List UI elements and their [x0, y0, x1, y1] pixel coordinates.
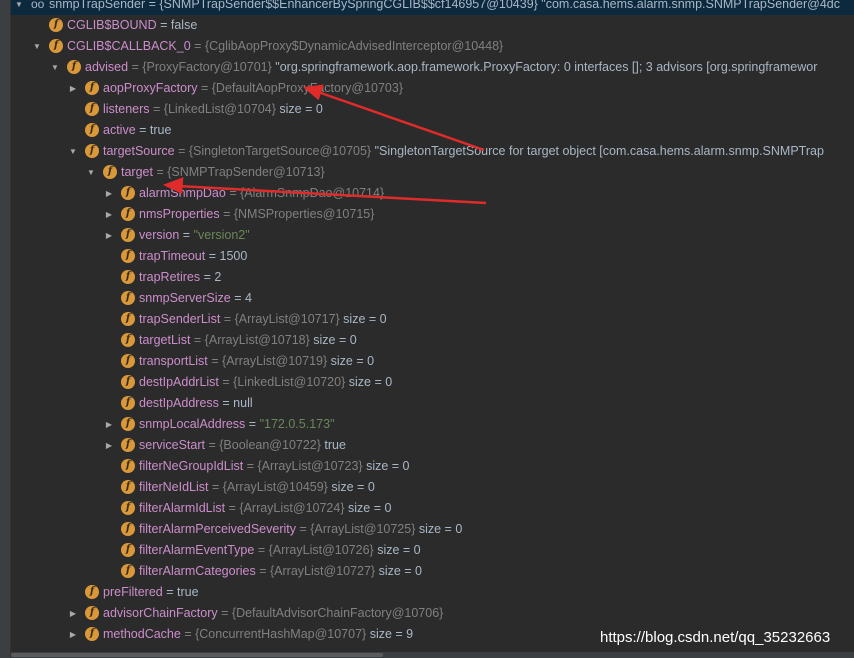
annotation-arrowhead-target: [162, 177, 184, 194]
annotation-arrow-target: [177, 184, 487, 205]
annotation-arrow-advised: [317, 90, 485, 152]
watermark: https://blog.csdn.net/qq_35232663: [600, 629, 831, 646]
annotation-arrows: [162, 84, 487, 205]
annotation-arrowhead-advised: [302, 84, 324, 101]
